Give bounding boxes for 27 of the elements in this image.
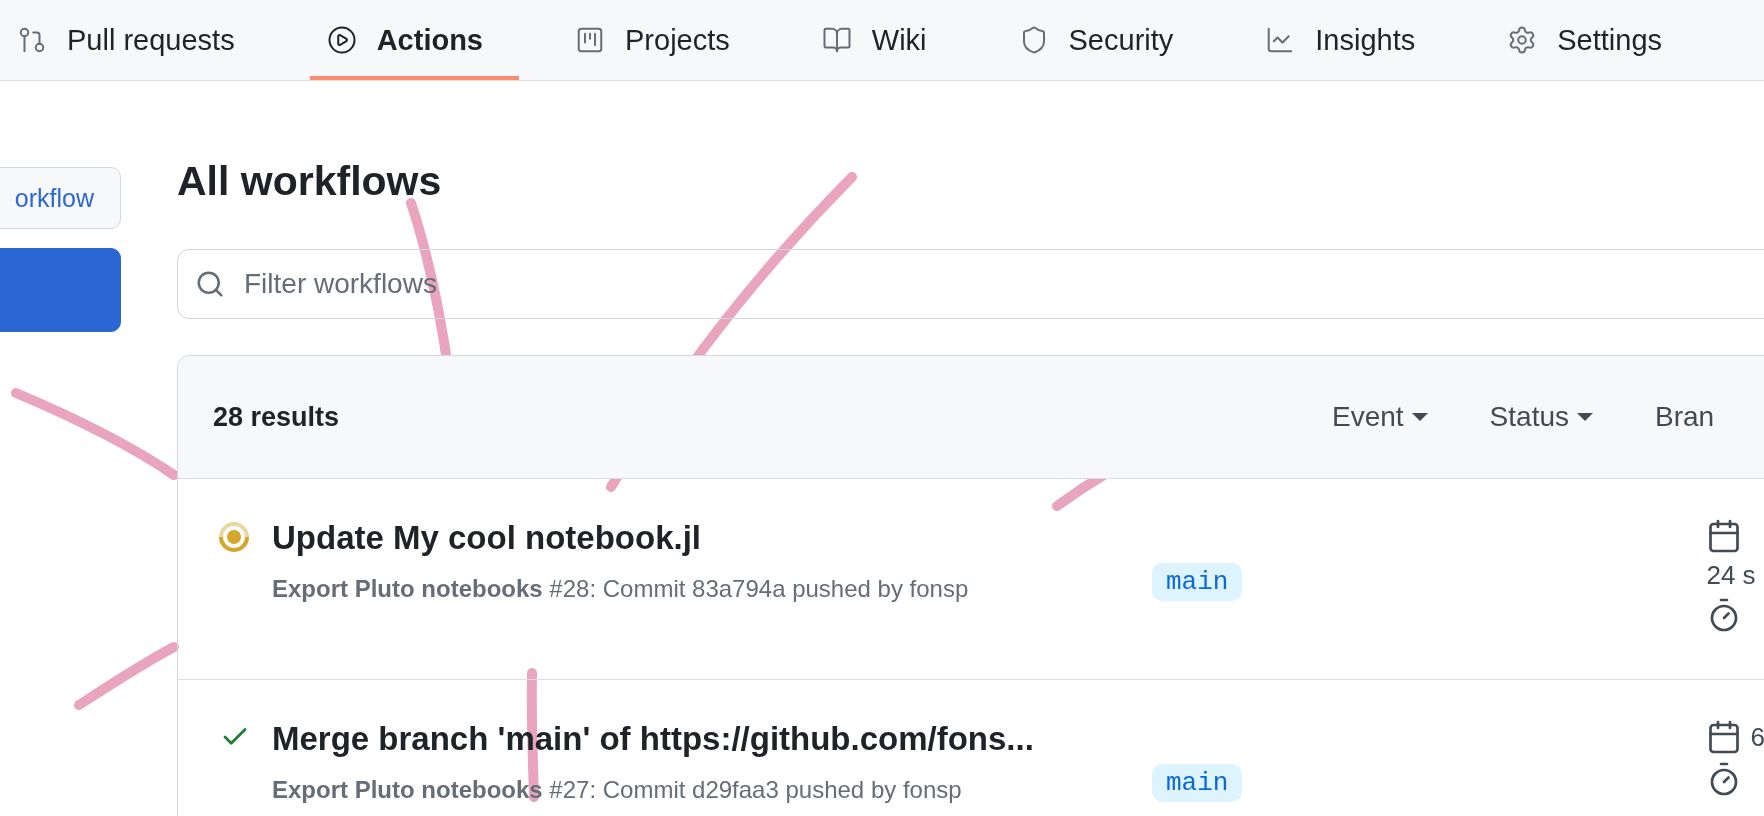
pull-request-icon	[17, 25, 47, 55]
results-count: 28 results	[213, 401, 341, 433]
branch-label[interactable]: main	[1152, 563, 1243, 601]
nav-tab[interactable]: Actions	[309, 0, 519, 80]
run-title[interactable]: Update My cool notebook.jl	[272, 519, 1152, 557]
in-progress-icon	[218, 521, 250, 553]
primary-button[interactable]	[0, 248, 121, 332]
run-date: 24 s	[1706, 560, 1756, 591]
search-icon	[195, 269, 225, 299]
filter-dropdown[interactable]: Status	[1489, 401, 1593, 433]
nav-tab[interactable]: Security	[1001, 0, 1210, 80]
nav-tab[interactable]: Settings	[1490, 0, 1699, 80]
nav-tab[interactable]: Pull requests	[0, 0, 271, 80]
branch-label[interactable]: main	[1152, 764, 1243, 802]
workflow-button[interactable]: orkflow	[0, 167, 121, 229]
nav-tab[interactable]: Projects	[558, 0, 766, 80]
run-details: Export Pluto notebooks #28: Commit 83a794a pushed by fonsp	[272, 575, 970, 603]
projects-icon	[575, 25, 605, 55]
page-heading: All workflows	[177, 157, 443, 206]
book-icon	[821, 25, 852, 55]
nav-tab[interactable]: Wiki	[804, 0, 963, 80]
nav-tab[interactable]: Insights	[1248, 0, 1452, 80]
filter-dropdown[interactable]: Event	[1332, 401, 1428, 433]
run-date: 6	[1750, 721, 1764, 753]
play-icon	[326, 25, 357, 55]
filter-dropdown[interactable]: Bran	[1655, 401, 1715, 433]
run-title[interactable]: Merge branch 'main' of https://github.com/fons...	[272, 720, 1152, 758]
